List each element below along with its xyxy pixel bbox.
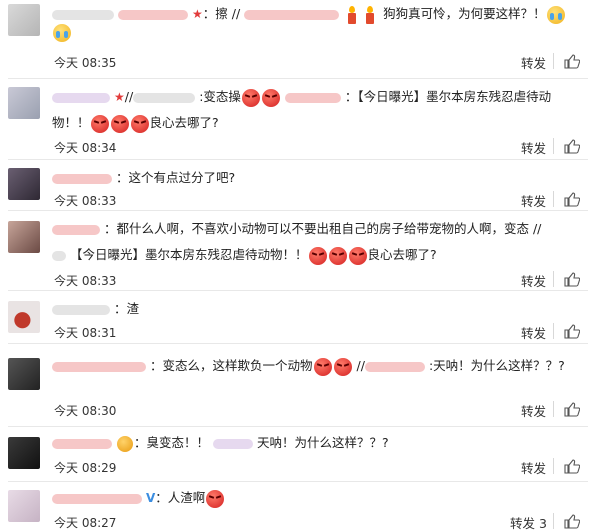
comment-time: 今天 08:29 [54,461,117,475]
username-blurred[interactable] [52,9,114,20]
glaring-emoji-icon [117,435,133,452]
angry-emoji-icon [313,357,332,376]
comment-body: ★//:变态操 ：【今日曝光】墨尔本房东残忍虐待动 [52,85,582,109]
comment-item: ：臭变态！！ 天呐！为什么这样？？? 今天 08:29 转发 [0,427,596,481]
username-blurred[interactable] [52,361,146,372]
thumbs-up-icon[interactable] [564,458,580,474]
thumbs-up-icon[interactable] [564,513,580,529]
angry-emoji-icon [348,246,367,265]
comment-time: 今天 08:33 [54,274,117,288]
comment-time: 今天 08:33 [54,194,117,208]
star-badge-icon: ★ [114,90,125,104]
comment-body: ：都什么人啊，不喜欢小动物可以不要出租自己的房子给带宠物的人啊，变态 // [52,217,582,241]
comment-body: V：人渣啊 [52,486,582,510]
divider [553,401,554,417]
angry-emoji-icon [110,114,129,133]
share-button[interactable]: 转发 [521,323,546,342]
comment-time: 今天 08:27 [54,516,117,530]
username-blurred[interactable] [52,304,110,315]
thumbs-up-icon[interactable] [564,401,580,417]
divider [553,53,554,69]
candle-emoji-icon [345,5,359,24]
comment-item: ★//:变态操 ：【今日曝光】墨尔本房东残忍虐待动 物！！ 良心去哪了? 今天 0… [0,79,596,159]
divider [553,458,554,474]
avatar[interactable] [8,301,40,333]
comment-body: ：这个有点过分了吧? [52,166,582,190]
comment-item: ：这个有点过分了吧? 今天 08:33 转发 [0,160,596,210]
username-blurred[interactable] [52,173,112,184]
share-button[interactable]: 转发 [521,53,546,72]
avatar[interactable] [8,437,40,469]
share-button[interactable]: 转发 [521,138,546,157]
star-badge-icon: ★ [192,7,203,21]
angry-emoji-icon [308,246,327,265]
angry-emoji-icon [206,489,225,508]
divider [553,191,554,207]
share-button[interactable]: 转发 [521,458,546,477]
comment-body: ：变态么，这样欺负一个动物 //:天呐！为什么这样？？? [52,354,582,378]
divider [553,271,554,287]
comment-body: ：渣 [52,297,582,321]
username-blurred[interactable] [52,224,100,235]
comment-body: ★：擦 // 狗狗真可怜，为何要这样？！ [52,2,582,26]
angry-emoji-icon [241,88,260,107]
avatar[interactable] [8,168,40,200]
divider [553,138,554,154]
avatar[interactable] [8,87,40,119]
thumbs-up-icon[interactable] [564,53,580,69]
username-blurred[interactable] [52,493,142,504]
comment-item: ：变态么，这样欺负一个动物 //:天呐！为什么这样？？? 今天 08:30 转发 [0,344,596,426]
share-button[interactable]: 转发 [521,401,546,420]
angry-emoji-icon [130,114,149,133]
verified-v-icon: V [146,491,156,505]
angry-emoji-icon [261,88,280,107]
thumbs-up-icon[interactable] [564,271,580,287]
crying-emoji-icon [546,5,565,24]
divider [553,323,554,339]
comment-time: 今天 08:30 [54,404,117,418]
comment-time: 今天 08:34 [54,141,117,155]
comment-time: 今天 08:31 [54,326,117,340]
avatar[interactable] [8,490,40,522]
divider [553,513,554,529]
thumbs-up-icon[interactable] [564,138,580,154]
comment-body-line2: 【今日曝光】墨尔本房东残忍虐待动物！！ 良心去哪了? [52,243,582,267]
comment-item: ：渣 今天 08:31 转发 [0,291,596,343]
avatar[interactable] [8,4,40,36]
comment-feed: ★：擦 // 狗狗真可怜，为何要这样？！ 今天 08:35 转发 ★//:变态操… [0,0,596,531]
avatar[interactable] [8,221,40,253]
comment-item: ★：擦 // 狗狗真可怜，为何要这样？！ 今天 08:35 转发 [0,0,596,78]
share-button[interactable]: 转发 [521,191,546,210]
angry-emoji-icon [328,246,347,265]
comment-item: V：人渣啊 今天 08:27 转发 3 [0,482,596,531]
thumbs-up-icon[interactable] [564,323,580,339]
username-blurred[interactable] [52,438,112,449]
share-button[interactable]: 转发 [521,271,546,290]
comment-body: ：臭变态！！ 天呐！为什么这样？？? [52,431,582,455]
crying-emoji-icon [53,24,71,42]
share-button[interactable]: 转发 3 [510,513,547,532]
candle-emoji-icon [363,5,377,24]
comment-body-line2: 物！！ 良心去哪了? [52,111,582,135]
username-blurred[interactable] [52,92,110,103]
angry-emoji-icon [90,114,109,133]
comment-item: ：都什么人啊，不喜欢小动物可以不要出租自己的房子给带宠物的人啊，变态 // 【今… [0,211,596,290]
thumbs-up-icon[interactable] [564,191,580,207]
comment-time: 今天 08:35 [54,56,117,70]
angry-emoji-icon [333,357,352,376]
avatar[interactable] [8,358,40,390]
